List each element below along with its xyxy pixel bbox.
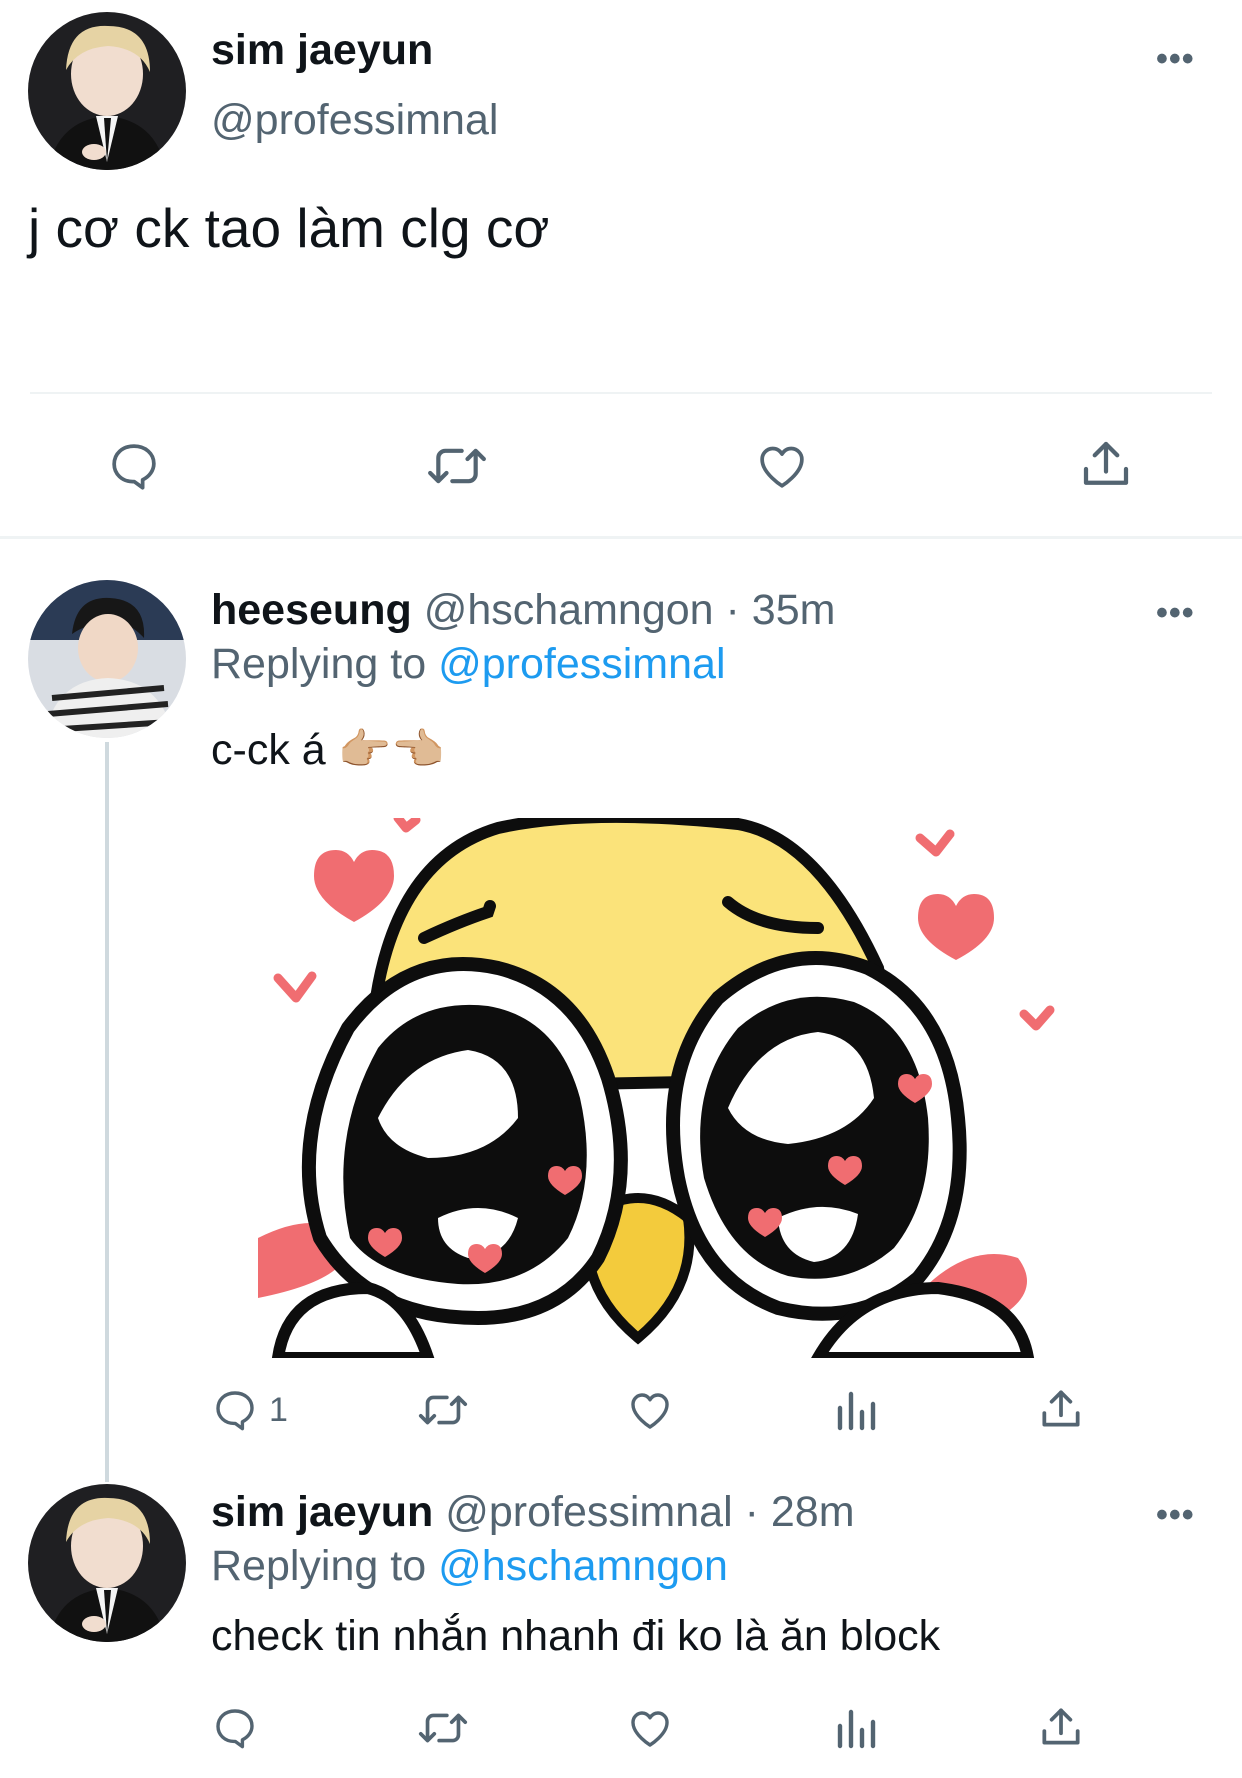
share-icon[interactable]: [1076, 434, 1136, 494]
reply-author-name[interactable]: sim jaeyun: [211, 1488, 433, 1536]
reply-stat[interactable]: 1: [211, 1386, 288, 1434]
reply-header: sim jaeyun @professimnal · 28m: [211, 1488, 855, 1537]
replying-to-line: Replying to @professimnal: [211, 640, 726, 689]
divider: [30, 392, 1212, 394]
reply-time[interactable]: · 35m: [726, 586, 836, 634]
more-options-icon[interactable]: •••: [1156, 40, 1195, 79]
retweet-icon[interactable]: [414, 1386, 472, 1434]
author-name[interactable]: sim jaeyun: [211, 26, 433, 75]
retweet-icon[interactable]: [414, 1704, 472, 1752]
like-icon[interactable]: [624, 1704, 676, 1752]
replying-to-link[interactable]: @hschamngon: [438, 1542, 728, 1590]
replying-to-line: Replying to @hschamngon: [211, 1542, 728, 1591]
reply-icon[interactable]: [211, 1704, 259, 1752]
avatar-heeseung[interactable]: [28, 580, 186, 738]
author-handle[interactable]: @professimnal: [211, 96, 498, 145]
replying-to-label: Replying to: [211, 1542, 427, 1590]
more-options-icon[interactable]: •••: [1156, 594, 1195, 633]
replying-to-link[interactable]: @professimnal: [438, 640, 725, 688]
thread-line: [105, 742, 109, 1482]
section-divider: [0, 536, 1242, 539]
tweet-text: j cơ ck tao làm clg cơ: [28, 197, 550, 259]
reply-author-handle[interactable]: @professimnal: [445, 1488, 732, 1536]
reply-time[interactable]: · 28m: [745, 1488, 855, 1536]
reply-text: c-ck á 👉🏼👈🏼: [211, 726, 445, 774]
reply-author-name[interactable]: heeseung: [211, 586, 412, 634]
avatar-sim-jaeyun[interactable]: [28, 1484, 186, 1642]
retweet-icon[interactable]: [422, 438, 492, 494]
share-icon[interactable]: [1036, 1384, 1086, 1434]
reply-count: 1: [269, 1390, 288, 1429]
like-icon[interactable]: [624, 1386, 676, 1434]
reply-icon[interactable]: [106, 438, 162, 494]
reply-image[interactable]: [258, 818, 1078, 1358]
avatar-sim-jaeyun[interactable]: [28, 12, 186, 170]
analytics-icon[interactable]: [834, 1704, 878, 1752]
crying-duck-sticker: [258, 818, 1055, 1358]
reply-header: heeseung @hschamngon · 35m: [211, 586, 835, 635]
reply-text: check tin nhắn nhanh đi ko là ăn block: [211, 1612, 941, 1660]
replying-to-label: Replying to: [211, 640, 427, 688]
more-options-icon[interactable]: •••: [1156, 1496, 1195, 1535]
reply-icon[interactable]: [211, 1386, 259, 1434]
share-icon[interactable]: [1036, 1702, 1086, 1752]
reply-author-handle[interactable]: @hschamngon: [424, 586, 714, 634]
like-icon[interactable]: [752, 438, 812, 494]
analytics-icon[interactable]: [834, 1386, 878, 1434]
